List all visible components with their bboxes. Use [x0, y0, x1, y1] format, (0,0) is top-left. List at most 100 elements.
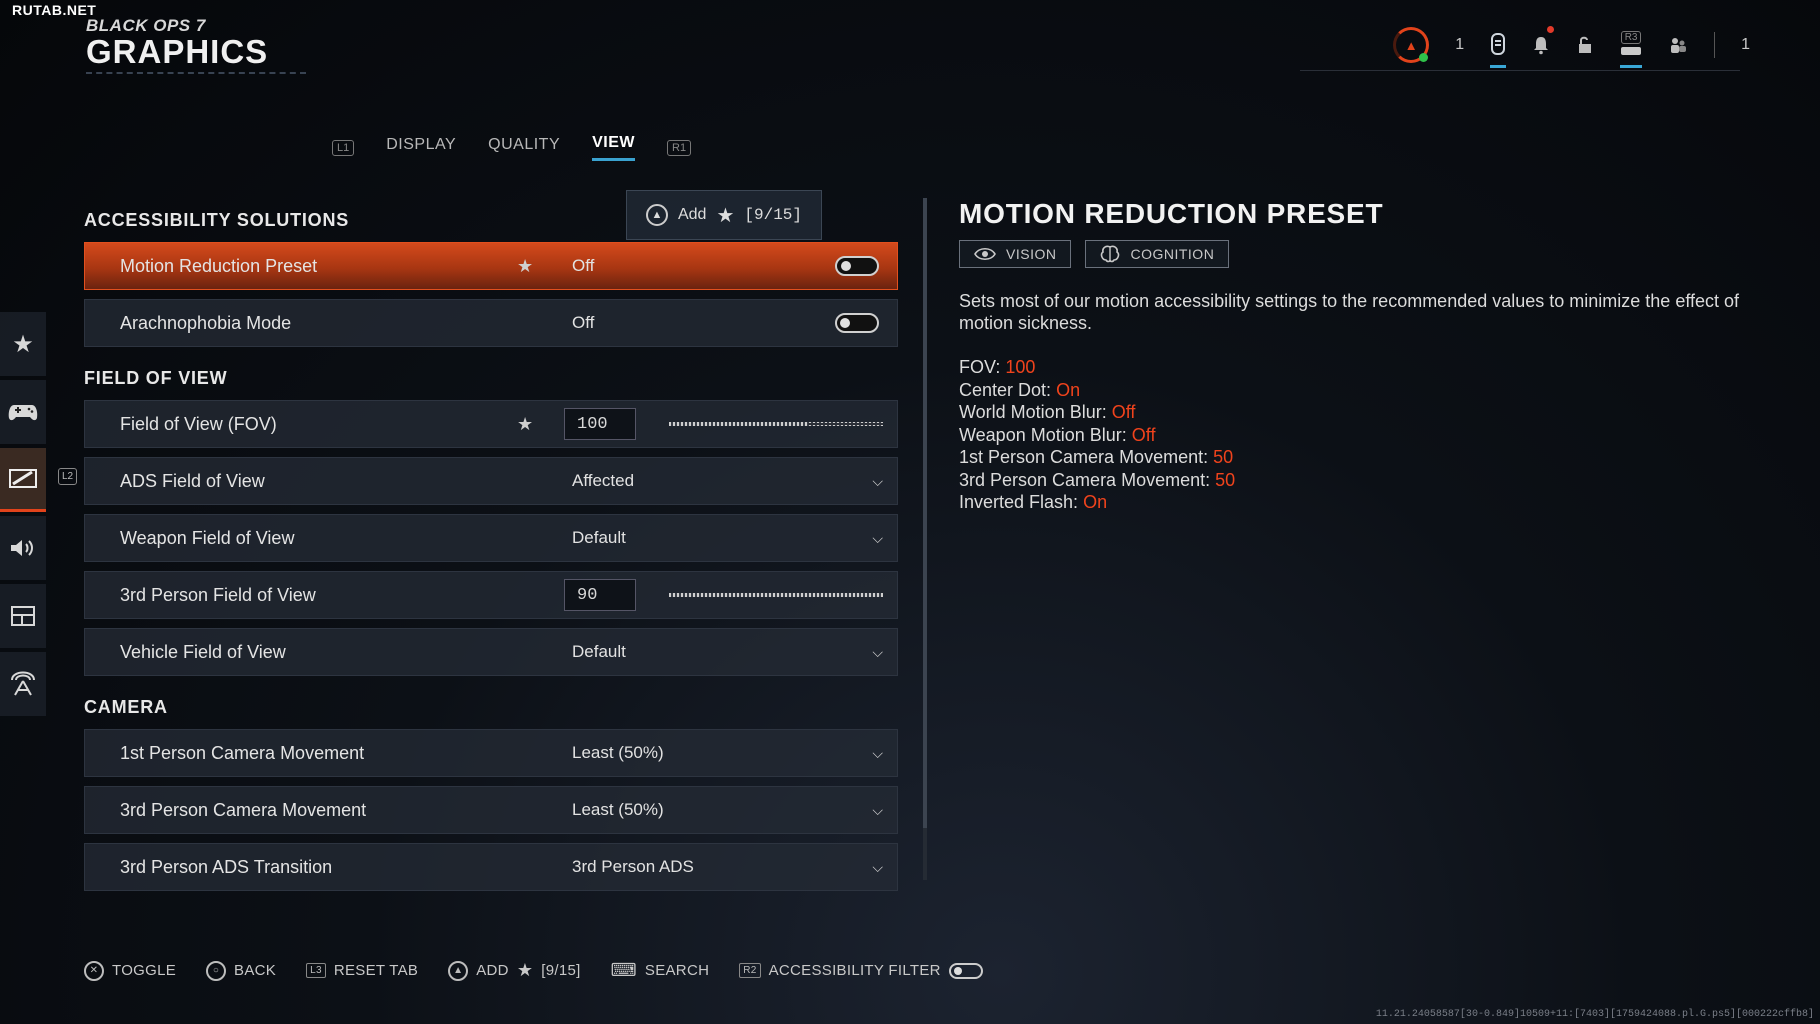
setting-value: Default: [572, 642, 626, 661]
unlock-icon: [1579, 36, 1592, 53]
fov-value-input[interactable]: 100: [564, 408, 636, 440]
chevron-down-icon[interactable]: ⌵: [872, 745, 883, 762]
sidebar-item-interface[interactable]: [0, 584, 46, 648]
preset-value-world-motion-blur: World Motion Blur: Off: [959, 402, 1136, 422]
setting-label: 1st Person Camera Movement: [120, 742, 365, 763]
prompt-reset-tab[interactable]: L3 RESET TAB: [306, 962, 418, 979]
third-person-fov-input[interactable]: 90: [564, 579, 636, 611]
add-label: Add: [677, 206, 707, 223]
prompt-add-favorite[interactable]: ▲ ADD ★ [9/15]: [448, 960, 580, 981]
preset-value-weapon-motion-blur: Weapon Motion Blur: Off: [959, 424, 1156, 445]
setting-fov[interactable]: Field of View (FOV) ★ 100: [84, 400, 898, 448]
toggle-knob: [953, 966, 962, 975]
section-camera: CAMERA: [84, 696, 168, 717]
setting-arachnophobia-mode[interactable]: Arachnophobia Mode Off: [84, 299, 898, 347]
controller-layout-button[interactable]: R3: [1620, 22, 1643, 68]
prompt-back[interactable]: ○ BACK: [206, 960, 276, 981]
chevron-down-icon[interactable]: ⌵: [872, 859, 883, 876]
scrollbar-thumb[interactable]: [923, 198, 927, 828]
prompt-toggle[interactable]: ✕ TOGGLE: [84, 960, 176, 981]
setting-label: Weapon Field of View: [120, 527, 295, 548]
setting-value: Default: [572, 528, 626, 547]
preset-value-3rd-person-camera: 3rd Person Camera Movement: 50: [959, 469, 1236, 490]
sidebar-item-network[interactable]: [0, 652, 46, 716]
sidebar-item-audio[interactable]: [0, 516, 46, 580]
squad-icon: [1621, 46, 1642, 55]
setting-label: Vehicle Field of View: [120, 641, 286, 662]
tag-label: COGNITION: [1130, 246, 1215, 262]
arachnophobia-toggle[interactable]: [835, 313, 879, 333]
setting-value: Least (50%): [572, 743, 664, 762]
topbar-divider: [1714, 32, 1716, 58]
notifications-button[interactable]: [1532, 22, 1555, 68]
party-button[interactable]: [1668, 22, 1688, 68]
setting-ads-fov[interactable]: ADS Field of View Affected ⌵: [84, 457, 898, 505]
page-title: GRAPHICS: [86, 33, 269, 70]
details-description: Sets most of our motion accessibility se…: [959, 291, 1740, 333]
tab-bar: L1 DISPLAY QUALITY VIEW R1: [332, 134, 692, 161]
motion-reduction-toggle[interactable]: [835, 256, 879, 276]
interface-icon: [11, 606, 35, 626]
setting-vehicle-fov[interactable]: Vehicle Field of View Default ⌵: [84, 628, 898, 676]
tag-vision: VISION: [959, 240, 1072, 268]
fov-slider[interactable]: [669, 422, 883, 426]
cross-button-icon: ✕: [84, 960, 104, 981]
network-icon: [11, 671, 35, 696]
chevron-down-icon[interactable]: ⌵: [872, 530, 883, 547]
barracks-tab[interactable]: [1490, 22, 1507, 68]
preset-value-center-dot: Center Dot: On: [959, 379, 1081, 400]
prompt-search[interactable]: ⌨ SEARCH: [611, 960, 710, 981]
settings-category-sidebar: ★: [0, 312, 46, 720]
unlocks-button[interactable]: [1576, 22, 1594, 68]
graphics-icon: [9, 468, 37, 488]
settings-scrollbar[interactable]: [923, 198, 927, 880]
preset-value-fov: FOV: 100: [959, 357, 1036, 377]
setting-value: Off: [572, 256, 595, 275]
build-info: 11.21.24058587[30-0.849]10509+11:[7403][…: [1375, 1009, 1814, 1020]
accessibility-filter-toggle[interactable]: [948, 962, 983, 979]
setting-label: 3rd Person ADS Transition: [120, 856, 333, 877]
tag-cognition: COGNITION: [1085, 240, 1230, 268]
prompt-accessibility-filter[interactable]: R2 ACCESSIBILITY FILTER: [739, 962, 983, 979]
sidebar-item-favorites[interactable]: ★: [0, 312, 46, 376]
r1-bumper-icon[interactable]: R1: [667, 139, 692, 156]
sidebar-item-controller[interactable]: [0, 380, 46, 444]
setting-1st-person-camera-movement[interactable]: 1st Person Camera Movement Least (50%) ⌵: [84, 729, 898, 777]
setting-label: 3rd Person Field of View: [120, 584, 316, 605]
setting-motion-reduction-preset[interactable]: Motion Reduction Preset ★ Off: [84, 242, 898, 290]
tab-view[interactable]: VIEW: [592, 134, 636, 161]
sidebar-item-graphics[interactable]: [0, 448, 46, 512]
triangle-button-icon: ▲: [448, 960, 469, 981]
add-favorite-popup[interactable]: ▲ Add ★ [9/15]: [626, 190, 822, 240]
favorite-star-icon[interactable]: ★: [517, 256, 533, 277]
tab-quality[interactable]: QUALITY: [488, 136, 560, 160]
chevron-down-icon[interactable]: ⌵: [872, 802, 883, 819]
tab-display[interactable]: DISPLAY: [386, 136, 456, 160]
online-status-dot: [1419, 53, 1429, 62]
l2-trigger-icon: L2: [58, 468, 78, 485]
setting-3rd-person-camera-movement[interactable]: 3rd Person Camera Movement Least (50%) ⌵: [84, 786, 898, 834]
triangle-button-icon: ▲: [645, 204, 668, 226]
setting-weapon-fov[interactable]: Weapon Field of View Default ⌵: [84, 514, 898, 562]
rank-icon: ▲: [1393, 27, 1430, 63]
favorite-count: [9/15]: [744, 206, 802, 224]
chevron-down-icon[interactable]: ⌵: [872, 644, 883, 661]
favorite-star-icon[interactable]: ★: [517, 414, 533, 435]
tag-label: VISION: [1006, 246, 1057, 262]
button-prompts: ✕ TOGGLE ○ BACK L3 RESET TAB ▲ ADD ★ [9/15] ⌨ S…: [84, 960, 983, 981]
star-icon: ★: [516, 960, 534, 980]
topbar-underline: [1300, 70, 1740, 71]
star-icon: ★: [716, 204, 735, 227]
l1-bumper-icon[interactable]: L1: [332, 139, 355, 156]
settings-list: ▲ Add ★ [9/15] ACCESSIBILITY SOLUTIONS M…: [84, 190, 898, 900]
section-field-of-view: FIELD OF VIEW: [84, 367, 228, 388]
setting-value: 3rd Person ADS: [572, 857, 694, 876]
notification-dot: [1547, 26, 1555, 33]
player-rank[interactable]: ▲: [1393, 22, 1430, 68]
chevron-down-icon[interactable]: ⌵: [872, 473, 883, 490]
third-person-fov-slider[interactable]: [669, 593, 883, 597]
r2-button-icon: R2: [739, 963, 761, 978]
watermark: RUTAB.NET: [12, 2, 97, 18]
setting-3rd-person-fov[interactable]: 3rd Person Field of View 90: [84, 571, 898, 619]
setting-3rd-person-ads-transition[interactable]: 3rd Person ADS Transition 3rd Person ADS…: [84, 843, 898, 891]
